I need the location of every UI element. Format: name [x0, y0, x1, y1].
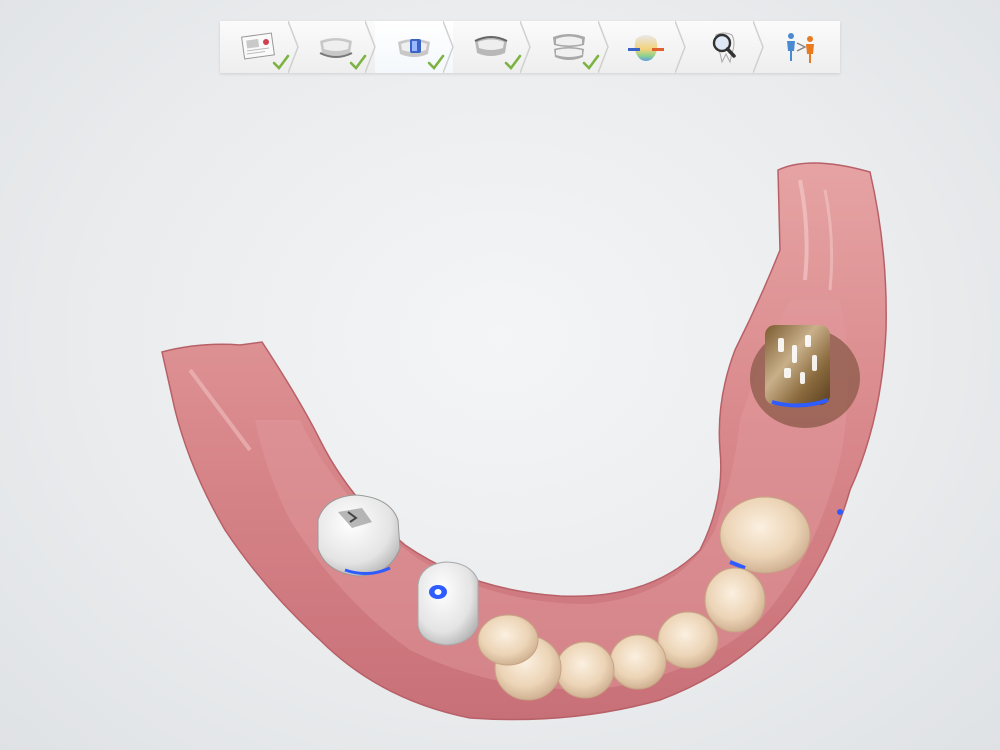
tooth-premolar-right [704, 567, 766, 633]
tooth [657, 611, 719, 669]
tooth [477, 614, 539, 666]
tooth [555, 641, 615, 699]
implant-abutment [317, 494, 401, 577]
3d-viewport[interactable] [0, 0, 1000, 750]
tooth [609, 634, 667, 690]
scan-body [417, 561, 479, 646]
gold-crown [765, 325, 830, 405]
